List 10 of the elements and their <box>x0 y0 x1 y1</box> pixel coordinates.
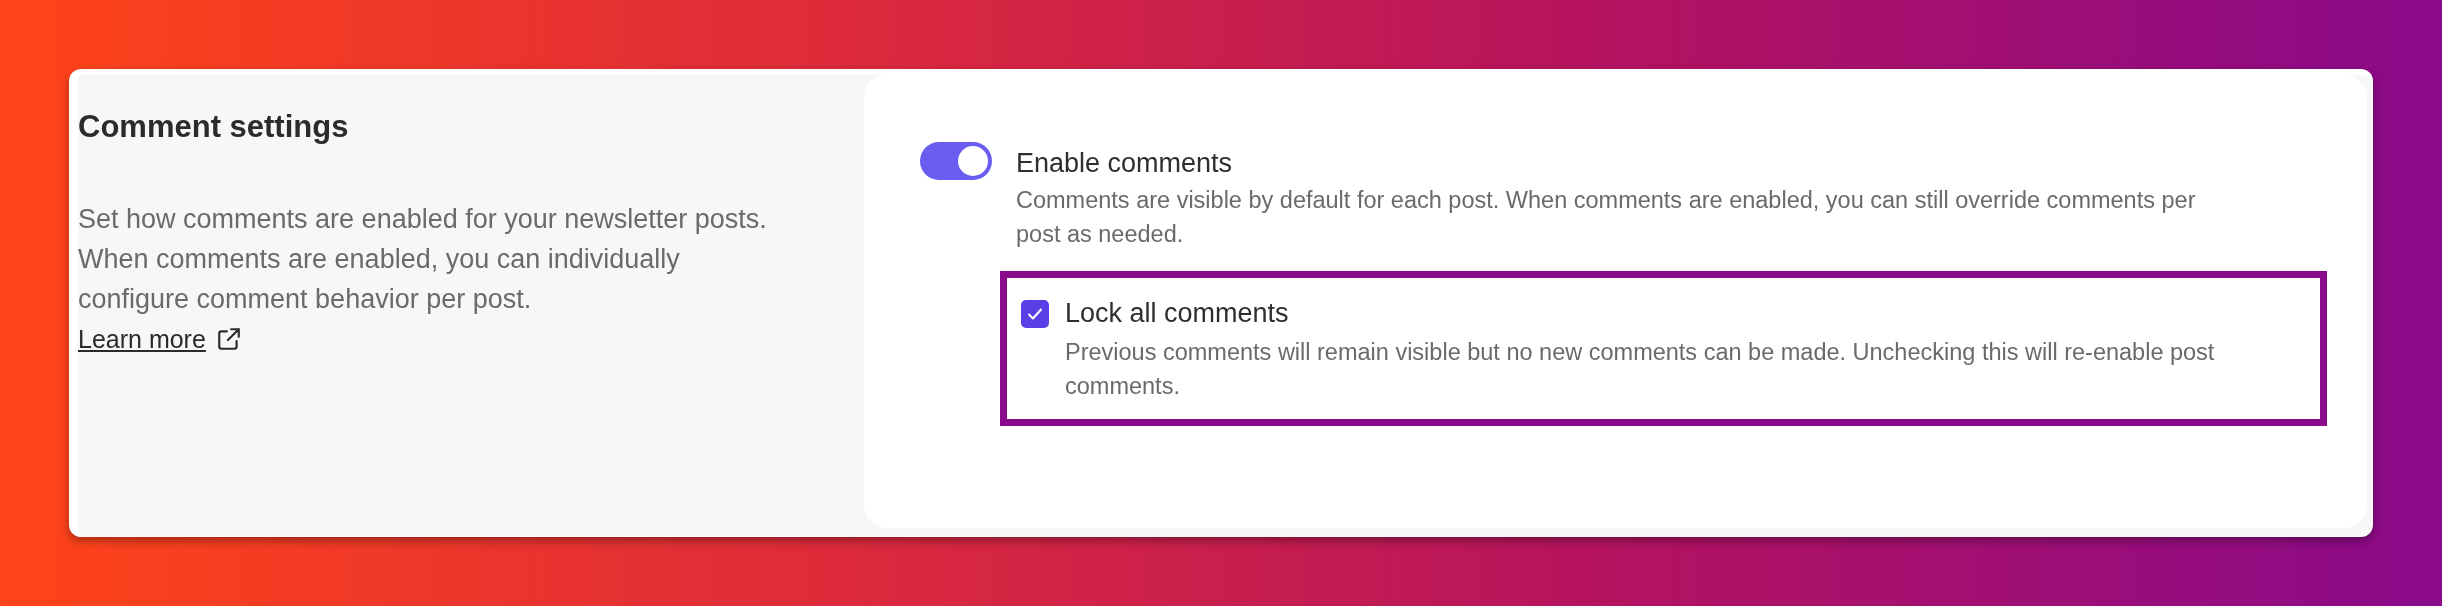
checkbox[interactable] <box>1021 300 1049 328</box>
checkbox-description: Previous comments will remain visible but no new comments can be made. Unchecking this will re-enable post comments. <box>1065 338 2216 401</box>
external-link-icon <box>215 326 242 352</box>
toggle-label: Enable comments <box>1016 148 1234 179</box>
toggle-description: Comments are visible by default for each post. When comments are enabled, you can still override comments per post as needed. <box>1016 186 2197 249</box>
toggle-switch[interactable] <box>920 142 992 180</box>
section-description: Set how comments are enabled for your newsletter posts. When comments are enabled, you can individually configure comment behavior per post. <box>78 204 767 314</box>
section-title: Comment settings <box>78 109 350 145</box>
learn-more-link[interactable]: Learn more <box>78 319 206 359</box>
checkbox-label: Lock all comments <box>1065 298 1290 329</box>
